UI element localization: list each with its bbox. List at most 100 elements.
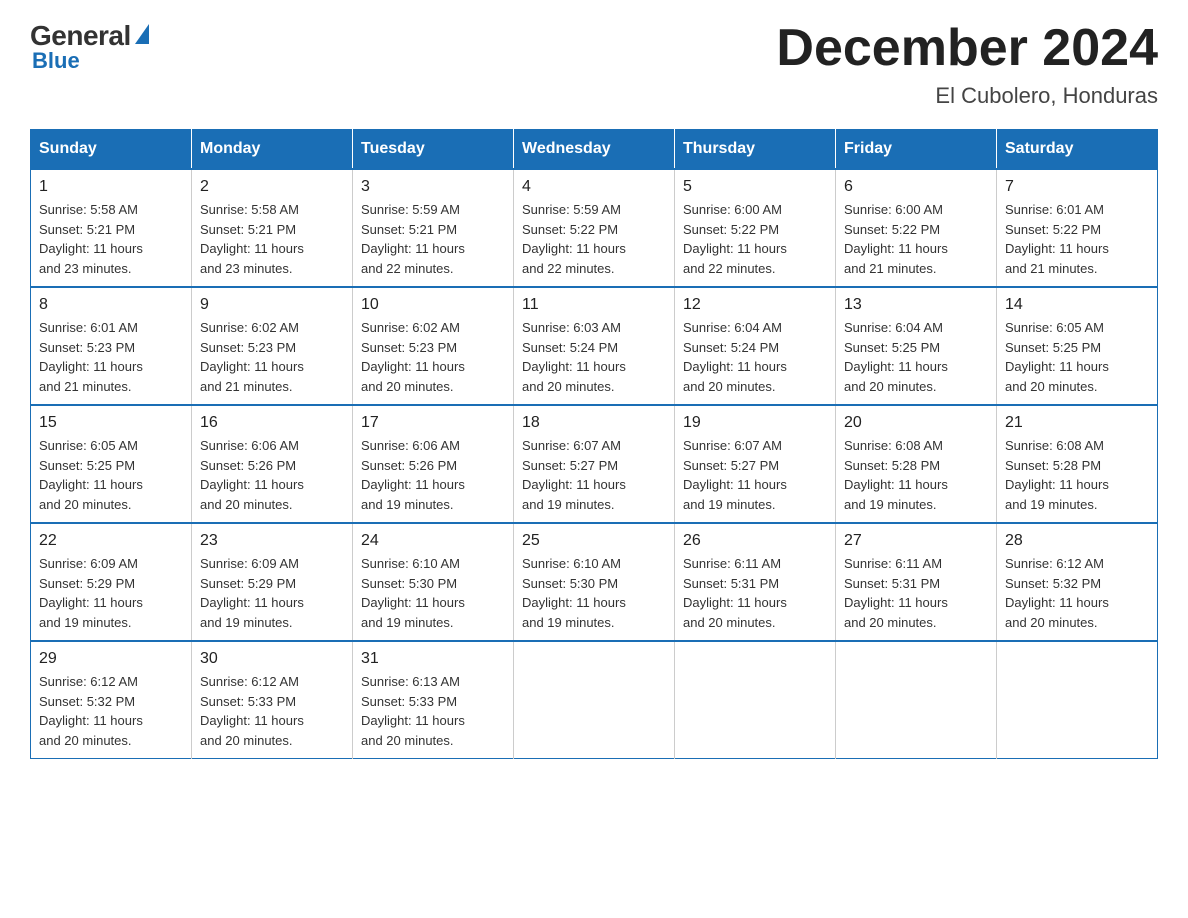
day-number: 18 [522,414,666,432]
day-info: Sunrise: 6:10 AMSunset: 5:30 PMDaylight:… [522,554,666,632]
day-number: 10 [361,296,505,314]
logo-triangle-icon [135,24,149,44]
day-info: Sunrise: 6:12 AMSunset: 5:33 PMDaylight:… [200,672,344,750]
day-info: Sunrise: 6:11 AMSunset: 5:31 PMDaylight:… [683,554,827,632]
day-info: Sunrise: 6:12 AMSunset: 5:32 PMDaylight:… [1005,554,1149,632]
calendar-header-friday: Friday [836,130,997,170]
calendar-cell: 31 Sunrise: 6:13 AMSunset: 5:33 PMDayligh… [353,641,514,759]
day-number: 17 [361,414,505,432]
calendar-cell: 15Sunrise: 6:05 AMSunset: 5:25 PMDayligh… [31,405,192,523]
day-number: 24 [361,532,505,550]
calendar-cell [997,641,1158,759]
calendar-cell: 27 Sunrise: 6:11 AMSunset: 5:31 PMDayligh… [836,523,997,641]
day-number: 14 [1005,296,1149,314]
calendar-header-thursday: Thursday [675,130,836,170]
day-number: 22 [39,532,183,550]
day-number: 26 [683,532,827,550]
day-info: Sunrise: 6:06 AMSunset: 5:26 PMDaylight:… [200,436,344,514]
day-info: Sunrise: 6:07 AMSunset: 5:27 PMDaylight:… [522,436,666,514]
day-info: Sunrise: 6:12 AMSunset: 5:32 PMDaylight:… [39,672,183,750]
calendar-cell: 23Sunrise: 6:09 AMSunset: 5:29 PMDayligh… [192,523,353,641]
calendar-cell: 3Sunrise: 5:59 AMSunset: 5:21 PMDaylight… [353,169,514,287]
title-section: December 2024 El Cubolero, Honduras [776,20,1158,109]
calendar-cell: 17 Sunrise: 6:06 AMSunset: 5:26 PMDayligh… [353,405,514,523]
day-info: Sunrise: 6:08 AMSunset: 5:28 PMDaylight:… [1005,436,1149,514]
day-number: 11 [522,296,666,314]
day-info: Sunrise: 5:59 AMSunset: 5:21 PMDaylight:… [361,200,505,278]
day-info: Sunrise: 6:04 AMSunset: 5:24 PMDaylight:… [683,318,827,396]
day-info: Sunrise: 6:04 AMSunset: 5:25 PMDaylight:… [844,318,988,396]
calendar-cell: 4 Sunrise: 5:59 AMSunset: 5:22 PMDaylight… [514,169,675,287]
day-info: Sunrise: 6:00 AMSunset: 5:22 PMDaylight:… [683,200,827,278]
day-info: Sunrise: 6:01 AMSunset: 5:22 PMDaylight:… [1005,200,1149,278]
calendar-cell: 24 Sunrise: 6:10 AMSunset: 5:30 PMDayligh… [353,523,514,641]
day-number: 4 [522,178,666,196]
day-info: Sunrise: 6:09 AMSunset: 5:29 PMDaylight:… [200,554,344,632]
day-number: 21 [1005,414,1149,432]
day-number: 25 [522,532,666,550]
day-number: 2 [200,178,344,196]
day-number: 30 [200,650,344,668]
calendar-cell: 11 Sunrise: 6:03 AMSunset: 5:24 PMDayligh… [514,287,675,405]
calendar-table: SundayMondayTuesdayWednesdayThursdayFrid… [30,129,1158,759]
calendar-cell: 1 Sunrise: 5:58 AMSunset: 5:21 PMDaylight… [31,169,192,287]
day-info: Sunrise: 6:02 AMSunset: 5:23 PMDaylight:… [361,318,505,396]
day-number: 27 [844,532,988,550]
day-info: Sunrise: 6:10 AMSunset: 5:30 PMDaylight:… [361,554,505,632]
day-number: 1 [39,178,183,196]
day-number: 6 [844,178,988,196]
page-title: December 2024 [776,20,1158,77]
day-info: Sunrise: 6:05 AMSunset: 5:25 PMDaylight:… [39,436,183,514]
calendar-cell: 13 Sunrise: 6:04 AMSunset: 5:25 PMDayligh… [836,287,997,405]
calendar-week-3: 15Sunrise: 6:05 AMSunset: 5:25 PMDayligh… [31,405,1158,523]
calendar-cell [836,641,997,759]
logo: General Blue [30,20,149,74]
calendar-cell: 20Sunrise: 6:08 AMSunset: 5:28 PMDayligh… [836,405,997,523]
calendar-week-2: 8 Sunrise: 6:01 AMSunset: 5:23 PMDaylight… [31,287,1158,405]
day-number: 29 [39,650,183,668]
day-number: 5 [683,178,827,196]
calendar-cell: 8 Sunrise: 6:01 AMSunset: 5:23 PMDaylight… [31,287,192,405]
day-info: Sunrise: 6:06 AMSunset: 5:26 PMDaylight:… [361,436,505,514]
calendar-cell [675,641,836,759]
page-header: General Blue December 2024 El Cubolero, … [30,20,1158,109]
day-info: Sunrise: 6:11 AMSunset: 5:31 PMDaylight:… [844,554,988,632]
day-number: 20 [844,414,988,432]
calendar-cell: 29 Sunrise: 6:12 AMSunset: 5:32 PMDayligh… [31,641,192,759]
day-info: Sunrise: 6:01 AMSunset: 5:23 PMDaylight:… [39,318,183,396]
day-number: 19 [683,414,827,432]
calendar-week-5: 29 Sunrise: 6:12 AMSunset: 5:32 PMDayligh… [31,641,1158,759]
logo-blue-text: Blue [32,48,80,74]
calendar-header-row: SundayMondayTuesdayWednesdayThursdayFrid… [31,130,1158,170]
calendar-cell: 12 Sunrise: 6:04 AMSunset: 5:24 PMDayligh… [675,287,836,405]
day-number: 28 [1005,532,1149,550]
calendar-header-wednesday: Wednesday [514,130,675,170]
calendar-cell: 18 Sunrise: 6:07 AMSunset: 5:27 PMDayligh… [514,405,675,523]
calendar-cell: 10 Sunrise: 6:02 AMSunset: 5:23 PMDayligh… [353,287,514,405]
day-info: Sunrise: 5:58 AMSunset: 5:21 PMDaylight:… [39,200,183,278]
calendar-week-1: 1 Sunrise: 5:58 AMSunset: 5:21 PMDaylight… [31,169,1158,287]
calendar-cell: 25 Sunrise: 6:10 AMSunset: 5:30 PMDayligh… [514,523,675,641]
calendar-cell: 21 Sunrise: 6:08 AMSunset: 5:28 PMDayligh… [997,405,1158,523]
day-info: Sunrise: 6:03 AMSunset: 5:24 PMDaylight:… [522,318,666,396]
calendar-cell: 9Sunrise: 6:02 AMSunset: 5:23 PMDaylight… [192,287,353,405]
day-info: Sunrise: 5:59 AMSunset: 5:22 PMDaylight:… [522,200,666,278]
day-info: Sunrise: 6:02 AMSunset: 5:23 PMDaylight:… [200,318,344,396]
calendar-header-sunday: Sunday [31,130,192,170]
day-number: 31 [361,650,505,668]
calendar-cell [514,641,675,759]
day-number: 7 [1005,178,1149,196]
calendar-cell: 14 Sunrise: 6:05 AMSunset: 5:25 PMDayligh… [997,287,1158,405]
calendar-cell: 5 Sunrise: 6:00 AMSunset: 5:22 PMDaylight… [675,169,836,287]
day-number: 12 [683,296,827,314]
calendar-cell: 22 Sunrise: 6:09 AMSunset: 5:29 PMDayligh… [31,523,192,641]
day-number: 8 [39,296,183,314]
day-info: Sunrise: 5:58 AMSunset: 5:21 PMDaylight:… [200,200,344,278]
day-info: Sunrise: 6:05 AMSunset: 5:25 PMDaylight:… [1005,318,1149,396]
calendar-header-tuesday: Tuesday [353,130,514,170]
calendar-cell: 7 Sunrise: 6:01 AMSunset: 5:22 PMDaylight… [997,169,1158,287]
day-info: Sunrise: 6:13 AMSunset: 5:33 PMDaylight:… [361,672,505,750]
day-info: Sunrise: 6:09 AMSunset: 5:29 PMDaylight:… [39,554,183,632]
calendar-cell: 16Sunrise: 6:06 AMSunset: 5:26 PMDayligh… [192,405,353,523]
day-number: 13 [844,296,988,314]
